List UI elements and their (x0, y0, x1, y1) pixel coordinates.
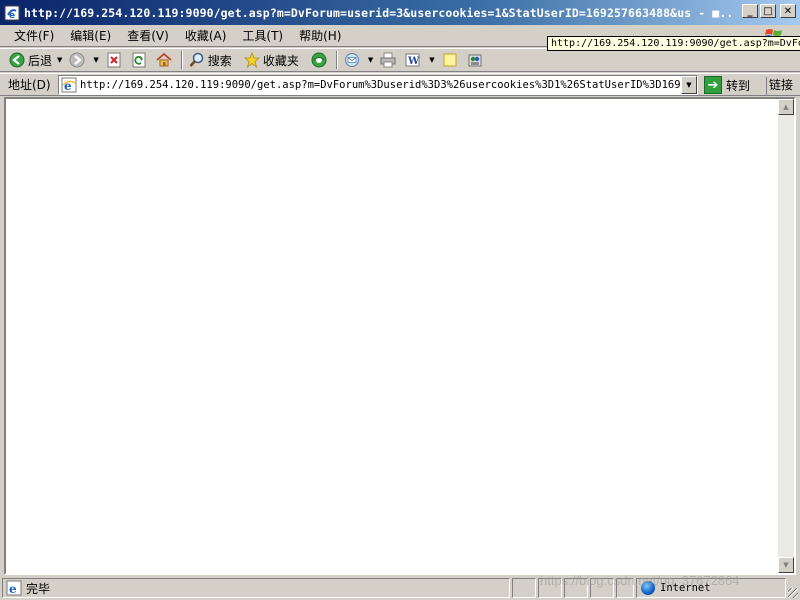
back-button[interactable]: 后退 (6, 50, 55, 70)
status-main-panel: e 完毕 (2, 578, 510, 598)
vertical-scrollbar[interactable]: ▲ ▼ (778, 99, 794, 573)
scroll-down-icon: ▼ (783, 561, 789, 569)
maximize-button[interactable]: □ (760, 4, 776, 18)
minimize-button[interactable]: _ (742, 4, 758, 18)
favorites-icon (243, 52, 260, 68)
url-tooltip: http://169.254.120.119:9090/get.asp?m=Dv… (547, 36, 800, 51)
ie-page-icon: e (61, 77, 77, 93)
home-button[interactable] (153, 50, 178, 70)
menu-favorites[interactable]: 收藏(A) (177, 27, 235, 44)
address-label: 地址(D) (8, 78, 51, 92)
ie-app-icon: e (4, 5, 20, 21)
menu-edit[interactable]: 编辑(E) (62, 27, 119, 44)
forward-button[interactable] (66, 50, 91, 70)
scroll-up-icon: ▲ (783, 103, 789, 111)
forward-dropdown-icon[interactable]: ▼ (93, 56, 98, 64)
back-dropdown-icon[interactable]: ▼ (57, 56, 62, 64)
close-icon: ✕ (783, 5, 793, 17)
menu-help[interactable]: 帮助(H) (291, 27, 349, 44)
favorites-label: 收藏夹 (262, 53, 299, 68)
toolbar-separator (335, 51, 338, 69)
edit-icon: W (405, 53, 420, 67)
edit-button[interactable]: W (402, 50, 427, 70)
page-content[interactable]: ▲ ▼ (4, 97, 796, 575)
address-url: http://169.254.120.119:9090/get.asp?m=Dv… (80, 79, 680, 91)
address-dropdown-button[interactable]: ▼ (681, 76, 697, 94)
messenger-icon (468, 54, 482, 67)
back-icon (9, 52, 25, 68)
go-arrow-icon: ➔ (704, 76, 722, 94)
svg-text:e: e (9, 582, 17, 596)
favorites-button[interactable]: 收藏夹 (241, 50, 302, 70)
discuss-button[interactable] (439, 50, 464, 70)
status-text: 完毕 (26, 581, 51, 596)
go-label: 转到 (726, 78, 751, 93)
discuss-icon (443, 53, 457, 67)
search-button[interactable]: 搜索 (186, 50, 235, 70)
refresh-button[interactable] (128, 50, 153, 70)
forward-icon (69, 52, 85, 68)
mail-icon (344, 53, 359, 67)
address-bar: 地址(D) e http://169.254.120.119:9090/get.… (0, 73, 800, 96)
edit-dropdown-icon[interactable]: ▼ (429, 56, 434, 64)
mail-button[interactable] (341, 50, 366, 70)
scroll-up-button[interactable]: ▲ (778, 99, 794, 115)
home-icon (156, 52, 172, 67)
standard-toolbar: 后退 ▼ ▼ 搜索 收藏夹 ▼ W ▼ (0, 48, 800, 72)
title-bar[interactable]: e http://169.254.120.119:9090/get.asp?m=… (0, 0, 800, 25)
svg-text:e: e (9, 11, 15, 21)
chevron-down-icon: ▼ (686, 81, 692, 89)
scroll-down-button[interactable]: ▼ (778, 557, 794, 573)
stop-button[interactable] (103, 50, 128, 70)
close-button[interactable]: ✕ (780, 4, 796, 18)
maximize-icon: □ (763, 5, 773, 17)
minimize-icon: _ (747, 5, 753, 17)
status-cell (512, 578, 536, 598)
media-icon (311, 52, 327, 68)
links-button[interactable]: 链接 (766, 77, 793, 95)
search-label: 搜索 (207, 53, 232, 68)
window-title: http://169.254.120.119:9090/get.asp?m=Dv… (24, 5, 734, 20)
toolbar-separator (180, 51, 183, 69)
address-input[interactable]: e http://169.254.120.119:9090/get.asp?m=… (58, 75, 698, 95)
watermark: https://blog.csdn.net/qq_37672864 (540, 573, 740, 588)
menu-tools[interactable]: 工具(T) (234, 27, 291, 44)
svg-text:W: W (407, 56, 420, 67)
search-icon (189, 52, 204, 67)
stop-icon (107, 52, 121, 68)
ie-status-icon: e (6, 580, 22, 596)
media-button[interactable] (308, 50, 333, 70)
menu-view[interactable]: 查看(V) (119, 27, 177, 44)
print-button[interactable] (377, 50, 402, 70)
go-button[interactable]: ➔ 转到 (704, 76, 750, 94)
print-icon (380, 52, 396, 68)
menu-file[interactable]: 文件(F) (6, 27, 62, 44)
back-label: 后退 (28, 53, 53, 68)
mail-dropdown-icon[interactable]: ▼ (368, 56, 373, 64)
refresh-icon (132, 52, 146, 68)
resize-grip[interactable] (788, 588, 798, 598)
messenger-button[interactable] (464, 50, 489, 70)
